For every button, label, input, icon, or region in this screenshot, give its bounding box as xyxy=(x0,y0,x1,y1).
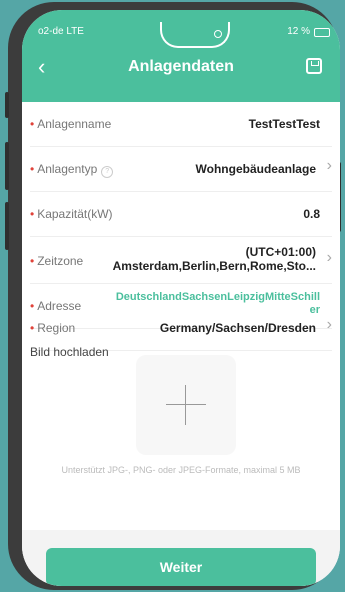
chevron-right-icon: › xyxy=(326,316,332,333)
zeitzone-value-line2: Amsterdam,Berlin,Bern,Rome,Sto... xyxy=(112,259,316,273)
required-mark: • xyxy=(30,254,35,268)
required-mark: • xyxy=(30,321,35,335)
field-label: • Anlagentyp? xyxy=(30,162,114,178)
info-icon[interactable]: ? xyxy=(101,166,114,178)
field-zeitzone[interactable]: • Zeitzone (UTC+01:00) Amsterdam,Berlin,B… xyxy=(30,237,332,284)
field-anlagenname[interactable]: • Anlagenname TestTestTest xyxy=(30,102,332,147)
plus-icon xyxy=(166,404,206,405)
chevron-right-icon: › xyxy=(326,249,332,266)
zeitzone-value-line1: (UTC+01:00) xyxy=(245,245,316,259)
field-label: • Anlagenname xyxy=(30,117,112,131)
next-button[interactable]: Weiter xyxy=(46,548,316,586)
volume-up-button xyxy=(5,142,9,190)
anlagenname-value: TestTestTest xyxy=(248,117,320,131)
field-label: • Region xyxy=(30,321,76,335)
region-value: Germany/Sachsen/Dresden xyxy=(159,321,316,335)
app-header: o2-de LTE 12 % ‹ Anlagendaten xyxy=(22,10,340,102)
title-bar: ‹ Anlagendaten xyxy=(22,52,340,82)
battery-percent: 12 % xyxy=(287,26,310,37)
field-label: • Zeitzone xyxy=(30,254,84,268)
phone-frame: o2-de LTE 12 % ‹ Anlagendaten • Anlagenna… xyxy=(5,2,341,590)
anlagentyp-value: Wohngebäudeanlage xyxy=(195,162,316,176)
required-mark: • xyxy=(30,207,35,221)
app-screen: o2-de LTE 12 % ‹ Anlagendaten • Anlagenna… xyxy=(22,10,340,586)
image-upload-box[interactable] xyxy=(136,355,236,455)
plus-icon-vertical xyxy=(185,385,186,425)
camera-icon xyxy=(214,30,222,38)
field-anlagentyp[interactable]: • Anlagentyp? Wohngebäudeanlage › xyxy=(30,147,332,192)
upload-hint: Unterstützt JPG-, PNG- oder JPEG-Formate… xyxy=(61,465,301,475)
status-bar: o2-de LTE 12 % xyxy=(22,22,340,48)
required-mark: • xyxy=(30,117,35,131)
field-label: • Kapazität(kW) xyxy=(30,207,113,221)
required-mark: • xyxy=(30,162,35,176)
volume-down-button xyxy=(5,202,9,250)
save-icon[interactable] xyxy=(306,58,322,74)
field-kapazitaet[interactable]: • Kapazität(kW) 0.8 xyxy=(30,192,332,237)
kapazitaet-value: 0.8 xyxy=(303,207,320,221)
upload-title: Bild hochladen xyxy=(30,345,109,359)
page-title: Anlagendaten xyxy=(128,58,234,75)
battery-icon xyxy=(314,28,330,37)
chevron-right-icon: › xyxy=(326,157,332,174)
carrier-label: o2-de LTE xyxy=(38,26,84,37)
adresse-value-line1: DeutschlandSachsenLeipzigMitteSchill xyxy=(115,291,320,303)
mute-switch xyxy=(5,92,9,118)
